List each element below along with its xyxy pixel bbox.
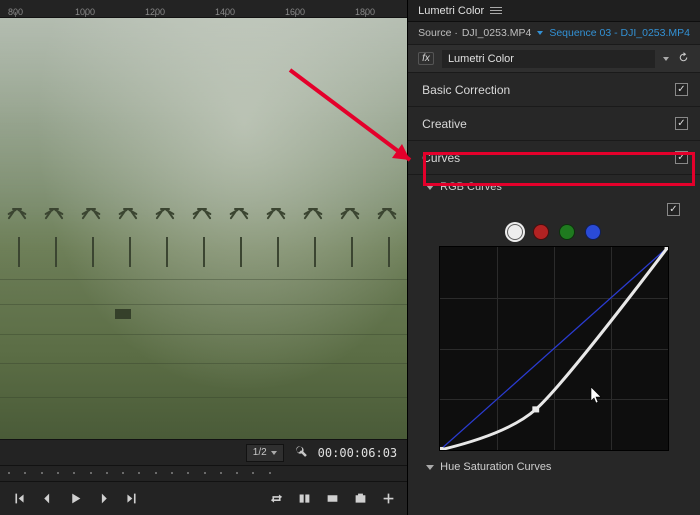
preview-controls: 1/2 00:00:06:03	[0, 439, 407, 465]
effect-name-dropdown[interactable]: Lumetri Color	[442, 50, 655, 68]
curve-path	[440, 247, 668, 450]
mini-timeline[interactable]	[0, 465, 407, 481]
hue-sat-label: Hue Saturation Curves	[440, 461, 551, 473]
add-button[interactable]	[377, 488, 399, 510]
channel-luma[interactable]	[507, 224, 523, 240]
chevron-down-icon	[537, 31, 543, 35]
disclosure-icon	[426, 465, 434, 470]
cursor-icon	[590, 387, 604, 405]
play-button[interactable]	[64, 488, 86, 510]
chevron-down-icon	[271, 451, 277, 455]
source-line: Source · DJI_0253.MP4 Sequence 03 - DJI_…	[408, 22, 700, 45]
section-creative[interactable]: Creative	[408, 107, 700, 141]
effect-row: fx Lumetri Color	[408, 45, 700, 73]
section-basic-correction[interactable]: Basic Correction	[408, 73, 700, 107]
mark-out-button[interactable]	[120, 488, 142, 510]
channel-red[interactable]	[533, 224, 549, 240]
insert-button[interactable]	[293, 488, 315, 510]
loop-button[interactable]	[265, 488, 287, 510]
zoom-value: 1/2	[253, 447, 267, 458]
export-frame-button[interactable]	[349, 488, 371, 510]
channel-blue[interactable]	[585, 224, 601, 240]
channel-green[interactable]	[559, 224, 575, 240]
curve-editor[interactable]	[439, 246, 669, 451]
source-clip-name[interactable]: DJI_0253.MP4	[462, 27, 531, 39]
chevron-down-icon[interactable]	[663, 57, 669, 61]
disclosure-icon	[426, 185, 434, 190]
panel-header: Lumetri Color	[408, 0, 700, 22]
section-label: Curves	[422, 151, 460, 165]
preview-frame	[0, 18, 407, 439]
section-curves[interactable]: Curves	[408, 141, 700, 175]
rgb-curves-area	[408, 199, 700, 451]
rgb-curves-header[interactable]: RGB Curves	[408, 175, 700, 199]
overwrite-button[interactable]	[321, 488, 343, 510]
mark-in-button[interactable]	[8, 488, 30, 510]
hue-saturation-header[interactable]: Hue Saturation Curves	[408, 451, 700, 479]
section-label: Basic Correction	[422, 83, 510, 97]
source-prefix: Source ·	[418, 27, 458, 39]
sequence-name[interactable]: Sequence 03 - DJI_0253.MP4	[549, 27, 690, 39]
curves-toggle[interactable]	[675, 151, 688, 164]
creative-toggle[interactable]	[675, 117, 688, 130]
zoom-select[interactable]: 1/2	[246, 444, 284, 462]
rgb-curves-toggle[interactable]	[667, 203, 680, 216]
panel-menu-icon[interactable]	[490, 7, 502, 14]
step-back-button[interactable]	[36, 488, 58, 510]
basic-correction-toggle[interactable]	[675, 83, 688, 96]
channel-swatches	[422, 224, 686, 246]
fx-badge[interactable]: fx	[418, 52, 434, 65]
reset-icon[interactable]	[677, 51, 690, 67]
panel-title: Lumetri Color	[418, 5, 484, 17]
step-fwd-button[interactable]	[92, 488, 114, 510]
rgb-curves-label: RGB Curves	[440, 181, 502, 193]
horizontal-ruler: 800 1000 1200 1400 1600 1800	[0, 0, 407, 18]
transport-bar	[0, 481, 407, 515]
lumetri-color-panel: Lumetri Color Source · DJI_0253.MP4 Sequ…	[407, 0, 700, 515]
wrench-icon[interactable]	[294, 444, 308, 461]
timecode-display[interactable]: 00:00:06:03	[318, 446, 397, 460]
program-monitor: 800 1000 1200 1400 1600 1800	[0, 0, 407, 515]
preview-viewport[interactable]	[0, 18, 407, 439]
section-label: Creative	[422, 117, 467, 131]
